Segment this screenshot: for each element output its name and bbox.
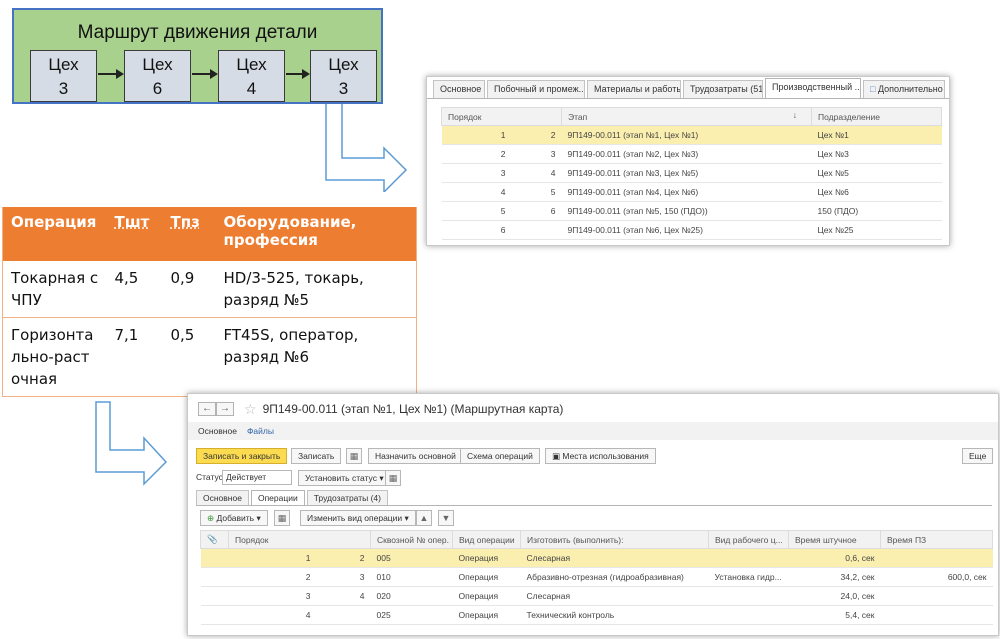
back-icon[interactable]: ← — [198, 402, 216, 416]
set-main-button[interactable]: Назначить основной — [368, 448, 463, 464]
usage-places-button[interactable]: ▣ Места использования — [545, 448, 656, 464]
document-icon[interactable]: ▦ — [346, 448, 362, 464]
copy-icon[interactable]: ▦ — [274, 510, 290, 526]
col-stage[interactable]: Этап ↓ — [561, 107, 813, 126]
connector-arrow-top — [325, 104, 408, 192]
shop-box: Цех 3 — [30, 50, 97, 102]
table-row: Горизонтально-расточная 7,1 0,5 FT45S, о… — [2, 317, 417, 397]
more-button[interactable]: Еще — [962, 448, 994, 464]
header-equipment: Оборудование, профессия — [215, 207, 417, 261]
table-row[interactable]: 2 3 9П149-00.011 (этап №2, Цех №3) Цех №… — [441, 144, 942, 164]
col-time-pz[interactable]: Время ПЗ — [880, 530, 994, 549]
production-route-window: Основное Побочный и промеж... Материалы … — [426, 76, 950, 246]
set-status-button[interactable]: Установить статус ▾ — [298, 470, 391, 486]
col-op-number[interactable]: Сквозной № опер. — [370, 530, 454, 549]
usage-icon: ▣ — [552, 451, 561, 461]
route-card-window: ← → ☆ 9П149-00.011 (этап №1, Цех №1) (Ма… — [187, 393, 999, 636]
shop-box: Цех 4 — [218, 50, 285, 102]
operations-table: Операция Тшт Тпз Оборудование, профессия… — [2, 207, 417, 397]
change-operation-type-button[interactable]: Изменить вид операции ▾ — [300, 510, 416, 526]
chevron-down-icon: ▾ — [404, 513, 409, 523]
table-row[interactable]: 3 4 020 Операция Слесарная 24,0, сек — [200, 586, 993, 606]
move-up-icon[interactable]: ▲ — [416, 510, 432, 526]
table-row[interactable]: 1 2 9П149-00.011 (этап №1, Цех №1) Цех №… — [441, 125, 942, 145]
table-row[interactable]: 2 3 010 Операция Абразивно-отрезная (гид… — [200, 567, 993, 587]
col-unit[interactable]: Подразделение — [811, 107, 943, 126]
tab-production[interactable]: Производственный ... — [765, 78, 861, 98]
tab-operations[interactable]: Операции — [250, 490, 305, 506]
comment-icon: □ — [870, 84, 876, 94]
col-time-piece[interactable]: Время штучное — [788, 530, 882, 549]
chevron-down-icon: ▾ — [379, 473, 384, 483]
tab-additional[interactable]: □ Дополнительно — [863, 80, 945, 98]
col-op-kind[interactable]: Вид операции — [452, 530, 522, 549]
plus-icon: ⊕ — [207, 513, 215, 523]
save-button[interactable]: Записать — [291, 448, 342, 464]
route-arrow — [98, 69, 124, 79]
attachment-icon[interactable]: 📎 — [200, 530, 229, 549]
shop-box: Цех 6 — [124, 50, 191, 102]
tab-divider — [196, 505, 992, 506]
header-t-piece: Тшт — [106, 207, 163, 261]
col-make[interactable]: Изготовить (выполнить): — [520, 530, 710, 549]
nav-main[interactable]: Основное — [198, 426, 237, 436]
connector-arrow-bottom — [95, 401, 168, 486]
route-arrow — [286, 69, 310, 79]
col-order[interactable]: Порядок — [440, 107, 563, 126]
tab-materials[interactable]: Материалы и работы... — [587, 80, 681, 98]
save-and-close-button[interactable]: Записать и закрыть — [196, 448, 288, 464]
operations-grid: 📎 Порядок Сквозной № опер. Вид операции … — [200, 530, 994, 625]
tab-main[interactable]: Основное — [433, 80, 485, 98]
shop-box: Цех 3 — [310, 50, 377, 102]
col-workcenter[interactable]: Вид рабочего ц... — [708, 530, 790, 549]
table-row[interactable]: 5 6 9П149-00.011 (этап №5, 150 (ПДО)) 15… — [441, 201, 942, 221]
header-operation: Операция — [2, 207, 107, 261]
form-tabs: Основное Операции Трудозатраты (4) — [196, 490, 390, 506]
tab-main[interactable]: Основное — [196, 490, 249, 505]
history-icon[interactable]: ▦ — [385, 470, 401, 486]
chevron-down-icon: ▾ — [256, 513, 261, 523]
table-row[interactable]: 4 5 9П149-00.011 (этап №4, Цех №6) Цех №… — [441, 182, 942, 202]
title-bar: ← → ☆ 9П149-00.011 (этап №1, Цех №1) (Ма… — [198, 400, 563, 418]
table-row[interactable]: 4 025 Операция Технический контроль 5,4,… — [200, 605, 993, 625]
move-down-icon[interactable]: ▼ — [438, 510, 454, 526]
forward-icon[interactable]: → — [216, 402, 234, 416]
section-nav: Основное Файлы — [188, 422, 998, 440]
sort-arrow-icon: ↓ — [792, 110, 798, 120]
tab-labor[interactable]: Трудозатраты (4) — [306, 490, 388, 505]
table-row[interactable]: 3 4 9П149-00.011 (этап №3, Цех №5) Цех №… — [441, 163, 942, 183]
stages-grid: Порядок Этап ↓ Подразделение 1 2 9П149-0… — [440, 107, 943, 240]
table-row: Токарная с ЧПУ 4,5 0,9 HD/3-525, токарь,… — [2, 261, 417, 318]
tab-labor[interactable]: Трудозатраты (51) — [683, 80, 763, 98]
nav-files[interactable]: Файлы — [247, 426, 274, 436]
window-title: 9П149-00.011 (этап №1, Цех №1) (Маршрутн… — [262, 402, 564, 416]
col-order[interactable]: Порядок — [227, 530, 372, 549]
star-icon[interactable]: ☆ — [244, 401, 257, 418]
table-row[interactable]: 6 9П149-00.011 (этап №6, Цех №25) Цех №2… — [441, 220, 942, 240]
route-diagram: Маршрут движения детали Цех 3 Цех 6 Цех … — [12, 8, 383, 104]
route-title: Маршрут движения детали — [77, 22, 318, 43]
tab-byproduct[interactable]: Побочный и промеж... — [487, 80, 585, 98]
header-t-pz: Тпз — [162, 207, 216, 261]
status-label: Статус: — [196, 472, 226, 482]
add-button[interactable]: ⊕ Добавить ▾ — [200, 510, 268, 526]
operation-scheme-button[interactable]: Схема операций — [460, 448, 540, 464]
tab-bar: Основное Побочный и промеж... Материалы … — [427, 77, 949, 99]
table-row[interactable]: 1 2 005 Операция Слесарная 0,6, сек — [200, 548, 993, 568]
status-field[interactable]: Действует — [222, 470, 292, 485]
route-arrow — [192, 69, 218, 79]
